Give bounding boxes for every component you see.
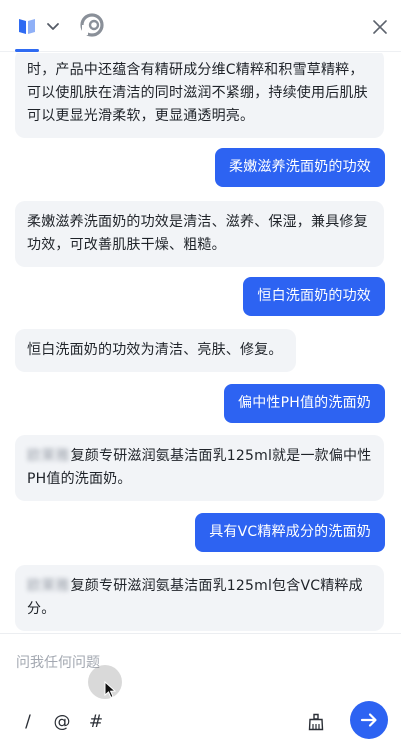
message-text: 复颜专研滋润氨基洁面乳125ml就是一款偏中性PH值的洗面奶。	[27, 448, 372, 487]
message-text: 柔嫩滋养洗面奶的功效是清洁、滋养、保湿，兼具修复功效，可改善肌肤干燥、粗糙。	[27, 214, 368, 253]
message-text: 柔嫩滋养洗面奶的功效	[229, 159, 371, 175]
user-message: 偏中性PH值的洗面奶	[224, 384, 385, 423]
message-text: 时，产品中还蕴含有精研成分维C精粹和积雪草精粹，可以使肌肤在清洁的同时滋润不紧绷…	[27, 62, 368, 124]
mention-button[interactable]: @	[52, 712, 72, 732]
assistant-message: 欧莱雅复颜专研滋润氨基洁面乳125ml包含VC精粹成分。	[15, 565, 384, 631]
user-message: 具有VC精粹成分的洗面奶	[195, 513, 385, 552]
chat-thread[interactable]: 时，产品中还蕴含有精研成分维C精粹和积雪草精粹，可以使肌肤在清洁的同时滋润不紧绷…	[0, 53, 401, 633]
mouse-cursor-icon	[104, 680, 118, 699]
message-text: 偏中性PH值的洗面奶	[238, 395, 371, 411]
user-message: 恒白洗面奶的功效	[243, 277, 385, 316]
assistant-logo-icon[interactable]	[80, 13, 104, 37]
clear-broom-icon[interactable]	[307, 713, 325, 731]
input-divider	[0, 633, 401, 634]
chevron-down-icon[interactable]	[46, 18, 60, 32]
top-bar	[0, 0, 401, 52]
message-text: 恒白洗面奶的功效	[257, 288, 371, 304]
assistant-message: 欧莱雅复颜专研滋润氨基洁面乳125ml就是一款偏中性PH值的洗面奶。	[15, 435, 384, 501]
assistant-message: 恒白洗面奶的功效为清洁、亮肤、修复。	[15, 329, 296, 372]
blurred-brand: 欧莱雅	[27, 578, 70, 594]
message-text: 复颜专研滋润氨基洁面乳125ml包含VC精粹成分。	[27, 578, 363, 617]
message-text: 恒白洗面奶的功效为清洁、亮肤、修复。	[27, 342, 283, 358]
send-button[interactable]	[350, 701, 388, 739]
book-icon[interactable]	[17, 16, 37, 36]
active-tab-indicator	[15, 49, 39, 52]
user-message: 柔嫩滋养洗面奶的功效	[215, 148, 385, 187]
send-arrow-icon	[360, 713, 377, 727]
close-icon[interactable]	[371, 18, 389, 36]
message-text: 具有VC精粹成分的洗面奶	[209, 524, 371, 540]
assistant-message: 柔嫩滋养洗面奶的功效是清洁、滋养、保湿，兼具修复功效，可改善肌肤干燥、粗糙。	[15, 201, 384, 267]
chat-input[interactable]: 问我任何问题	[16, 652, 100, 672]
slash-command-button[interactable]: /	[18, 712, 38, 732]
topic-button[interactable]: #	[86, 712, 106, 732]
blurred-brand: 欧莱雅	[27, 448, 70, 464]
assistant-message: 时，产品中还蕴含有精研成分维C精粹和积雪草精粹，可以使肌肤在清洁的同时滋润不紧绷…	[15, 53, 384, 138]
